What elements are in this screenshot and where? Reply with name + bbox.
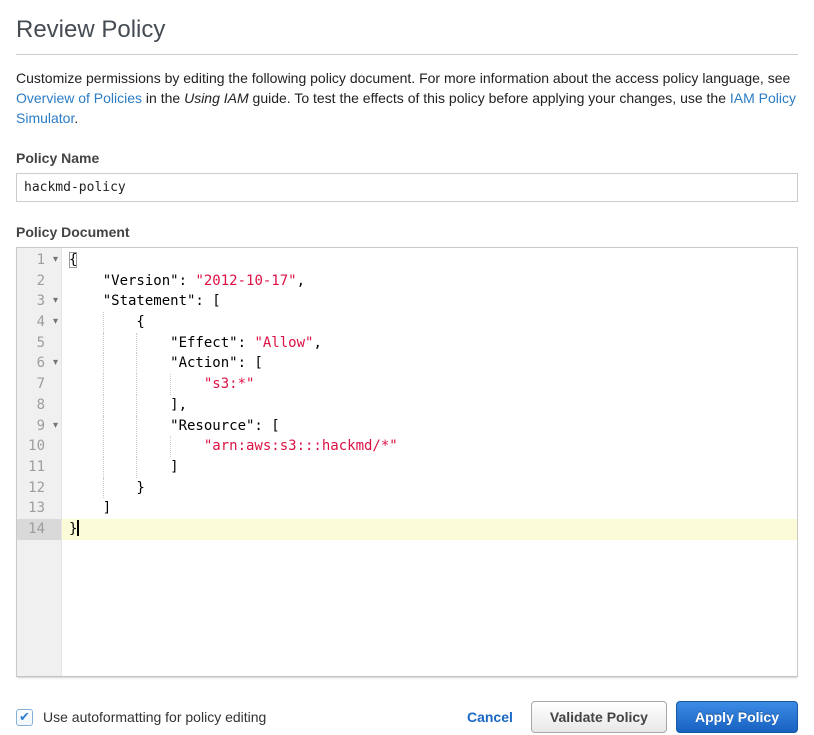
autoformat-option: ✔ Use autoformatting for policy editing	[16, 709, 266, 726]
policy-name-input[interactable]	[16, 173, 798, 202]
overview-of-policies-link[interactable]: Overview of Policies	[16, 90, 142, 106]
policy-document-editor[interactable]: 1▾23▾4▾56▾789▾1011121314 { "Version": "2…	[16, 247, 798, 677]
indent-guide	[103, 353, 104, 374]
autoformat-label: Use autoformatting for policy editing	[43, 709, 266, 725]
code-line[interactable]: ]	[62, 457, 797, 478]
code-token: "Version":	[69, 273, 195, 289]
intro-text: Customize permissions by editing the fol…	[16, 68, 798, 128]
fold-arrow-icon[interactable]: ▾	[53, 250, 58, 271]
intro-italic-text: Using IAM	[184, 90, 249, 106]
indent-guide	[136, 436, 137, 457]
code-line[interactable]: {	[62, 312, 797, 333]
code-token: "Statement": [	[69, 293, 221, 309]
code-line[interactable]: ],	[62, 395, 797, 416]
page-title: Review Policy	[16, 16, 798, 44]
code-token: ,	[313, 335, 321, 351]
code-token: ],	[69, 397, 187, 413]
intro-text-segment: in the	[142, 90, 184, 106]
code-token-string: "arn:aws:s3:::hackmd/*"	[204, 438, 398, 454]
code-token: "Effect":	[69, 335, 254, 351]
policy-document-label: Policy Document	[16, 224, 798, 240]
indent-guide	[103, 312, 104, 333]
text-cursor	[77, 520, 79, 536]
gutter-line-number: 14	[17, 519, 61, 540]
gutter-line-number: 10	[17, 436, 61, 457]
code-token: }	[69, 521, 77, 537]
indent-guide	[103, 395, 104, 416]
editor-code[interactable]: { "Version": "2012-10-17", "Statement": …	[62, 248, 797, 676]
intro-text-segment: .	[74, 110, 78, 126]
gutter-line-number: 11	[17, 457, 61, 478]
fold-arrow-icon[interactable]: ▾	[53, 312, 58, 333]
code-token: }	[69, 480, 145, 496]
code-line[interactable]: ]	[62, 498, 797, 519]
indent-guide	[136, 333, 137, 354]
code-line[interactable]: "Action": [	[62, 353, 797, 374]
fold-arrow-icon[interactable]: ▾	[53, 291, 58, 312]
code-line[interactable]: }	[62, 519, 797, 540]
indent-guide	[103, 333, 104, 354]
code-line[interactable]: "arn:aws:s3:::hackmd/*"	[62, 436, 797, 457]
checkmark-icon: ✔	[19, 711, 30, 724]
gutter-line-number: 2	[17, 271, 61, 292]
indent-guide	[103, 478, 104, 499]
code-line[interactable]: "Version": "2012-10-17",	[62, 271, 797, 292]
indent-guide	[103, 374, 104, 395]
indent-guide	[136, 395, 137, 416]
autoformat-checkbox[interactable]: ✔	[16, 709, 33, 726]
gutter-line-number: 4▾	[17, 312, 61, 333]
intro-text-segment: guide. To test the effects of this polic…	[249, 90, 730, 106]
indent-guide	[170, 374, 171, 395]
footer-bar: ✔ Use autoformatting for policy editing …	[16, 701, 798, 733]
gutter-line-number: 1▾	[17, 250, 61, 271]
code-line[interactable]: }	[62, 478, 797, 499]
code-line[interactable]: "s3:*"	[62, 374, 797, 395]
indent-guide	[103, 436, 104, 457]
code-token-string: "s3:*"	[204, 376, 255, 392]
gutter-line-number: 9▾	[17, 416, 61, 437]
code-token: ]	[69, 500, 111, 516]
code-token: "Resource": [	[69, 418, 280, 434]
indent-guide	[136, 374, 137, 395]
code-token: {	[69, 252, 77, 268]
apply-policy-button[interactable]: Apply Policy	[676, 701, 798, 733]
indent-guide	[103, 416, 104, 437]
code-token: ,	[297, 273, 305, 289]
gutter-line-number: 12	[17, 478, 61, 499]
code-token: "Action": [	[69, 355, 263, 371]
indent-guide	[136, 416, 137, 437]
review-policy-page: Review Policy Customize permissions by e…	[0, 16, 814, 733]
code-token-string: "Allow"	[254, 335, 313, 351]
editor-gutter: 1▾23▾4▾56▾789▾1011121314	[17, 248, 62, 676]
indent-guide	[170, 436, 171, 457]
intro-text-segment: Customize permissions by editing the fol…	[16, 70, 790, 86]
fold-arrow-icon[interactable]: ▾	[53, 353, 58, 374]
code-line[interactable]: "Statement": [	[62, 291, 797, 312]
code-token: {	[69, 314, 145, 330]
cancel-link[interactable]: Cancel	[467, 709, 513, 725]
code-token-string: "2012-10-17"	[195, 273, 296, 289]
gutter-line-number: 13	[17, 498, 61, 519]
gutter-line-number: 8	[17, 395, 61, 416]
action-buttons: Cancel Validate Policy Apply Policy	[467, 701, 798, 733]
code-line[interactable]: "Resource": [	[62, 416, 797, 437]
indent-guide	[103, 457, 104, 478]
validate-policy-button[interactable]: Validate Policy	[531, 701, 667, 733]
title-divider	[16, 54, 798, 55]
gutter-line-number: 3▾	[17, 291, 61, 312]
code-line[interactable]: {	[62, 250, 797, 271]
gutter-line-number: 7	[17, 374, 61, 395]
code-token: ]	[69, 459, 179, 475]
gutter-line-number: 5	[17, 333, 61, 354]
code-line[interactable]: "Effect": "Allow",	[62, 333, 797, 354]
fold-arrow-icon[interactable]: ▾	[53, 416, 58, 437]
gutter-line-number: 6▾	[17, 353, 61, 374]
policy-name-label: Policy Name	[16, 150, 798, 166]
indent-guide	[136, 457, 137, 478]
indent-guide	[136, 353, 137, 374]
